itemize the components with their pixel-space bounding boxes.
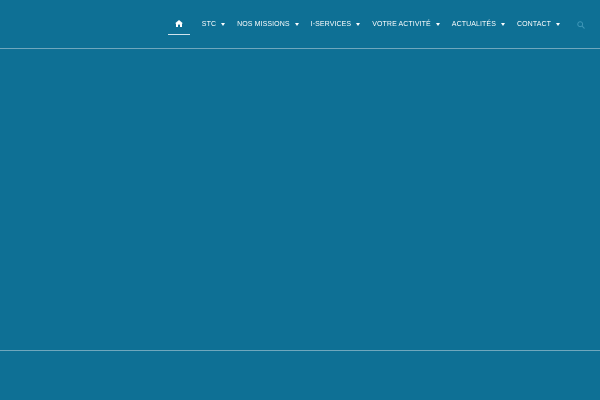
nav-item-label: ACTUALITÉS bbox=[451, 21, 496, 28]
nav-home[interactable] bbox=[167, 0, 190, 49]
caret-down-icon bbox=[556, 23, 560, 26]
caret-down-icon bbox=[435, 23, 440, 26]
nav-item-label: I-SERVICES bbox=[310, 21, 352, 28]
nav-item-nos-missions[interactable]: NOS MISSIONS bbox=[237, 0, 299, 49]
nav-item-label: VOTRE ACTIVITÉ bbox=[372, 21, 431, 28]
active-indicator bbox=[167, 34, 190, 35]
hero-area bbox=[0, 49, 600, 350]
search-icon bbox=[577, 16, 585, 34]
caret-down-icon bbox=[356, 23, 361, 26]
search-button[interactable] bbox=[576, 0, 586, 49]
nav-item-contact[interactable]: CONTACT bbox=[517, 0, 560, 49]
caret-down-icon bbox=[221, 23, 226, 26]
top-navigation-bar: STC NOS MISSIONS I-SERVICES VOTRE ACTIVI… bbox=[0, 0, 600, 49]
nav-item-label: CONTACT bbox=[516, 21, 551, 28]
divider bbox=[0, 350, 600, 351]
home-icon bbox=[174, 20, 183, 29]
caret-down-icon bbox=[500, 23, 505, 26]
caret-down-icon bbox=[294, 23, 299, 26]
nav-item-label: NOS MISSIONS bbox=[237, 21, 290, 28]
main-menu: STC NOS MISSIONS I-SERVICES VOTRE ACTIVI… bbox=[167, 0, 600, 49]
nav-item-i-services[interactable]: I-SERVICES bbox=[311, 0, 361, 49]
nav-item-stc[interactable]: STC bbox=[201, 0, 226, 49]
nav-item-actualites[interactable]: ACTUALITÉS bbox=[452, 0, 505, 49]
nav-item-votre-activite[interactable]: VOTRE ACTIVITÉ bbox=[372, 0, 440, 49]
nav-item-label: STC bbox=[201, 21, 217, 28]
